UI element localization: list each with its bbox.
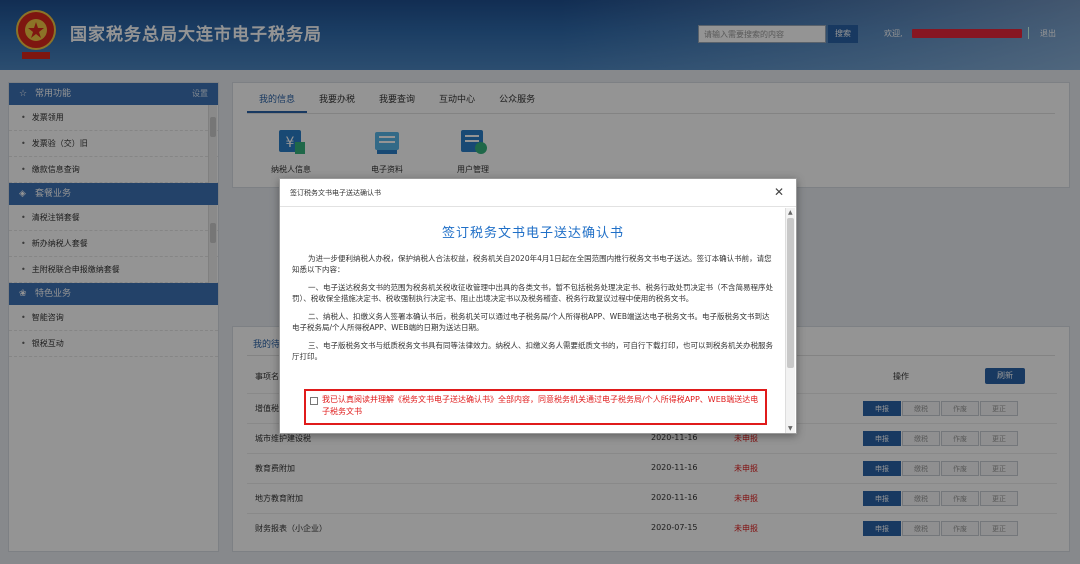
dialog-paragraph: 一、电子送达税务文书的范围为税务机关税收征收管理中出具的各类文书，暂不包括税务处… bbox=[292, 283, 773, 303]
agree-text: 我已认真阅读并理解《税务文书电子送达确认书》全部内容，同意税务机关通过电子税务局… bbox=[322, 395, 759, 416]
dialog-heading: 签订税务文书电子送达确认书 bbox=[441, 226, 624, 241]
scroll-down-icon[interactable]: ▼ bbox=[788, 425, 793, 432]
agree-checkbox[interactable] bbox=[310, 397, 318, 405]
agreement-box: 我已认真阅读并理解《税务文书电子送达确认书》全部内容，同意税务机关通过电子税务局… bbox=[304, 389, 767, 425]
dialog-paragraph: 二、纳税人、扣缴义务人签署本确认书后，税务机关可以通过电子税务局/个人所得税AP… bbox=[292, 312, 770, 332]
dialog-window-title: 签订税务文书电子送达确认书 bbox=[290, 189, 381, 197]
scroll-up-icon[interactable]: ▲ bbox=[788, 209, 793, 216]
dialog-scrollbar[interactable]: ▲ ▼ bbox=[785, 208, 795, 433]
dialog-paragraph: 为进一步便利纳税人办税，保护纳税人合法权益，税务机关自2020年4月1日起在全国… bbox=[292, 254, 772, 274]
dialog-paragraph: 三、电子版税务文书与纸质税务文书具有同等法律效力。纳税人、扣缴义务人需要纸质文书… bbox=[292, 341, 773, 361]
dialog-header: 签订税务文书电子送达确认书 ✕ bbox=[280, 179, 796, 207]
close-icon[interactable]: ✕ bbox=[774, 185, 784, 199]
